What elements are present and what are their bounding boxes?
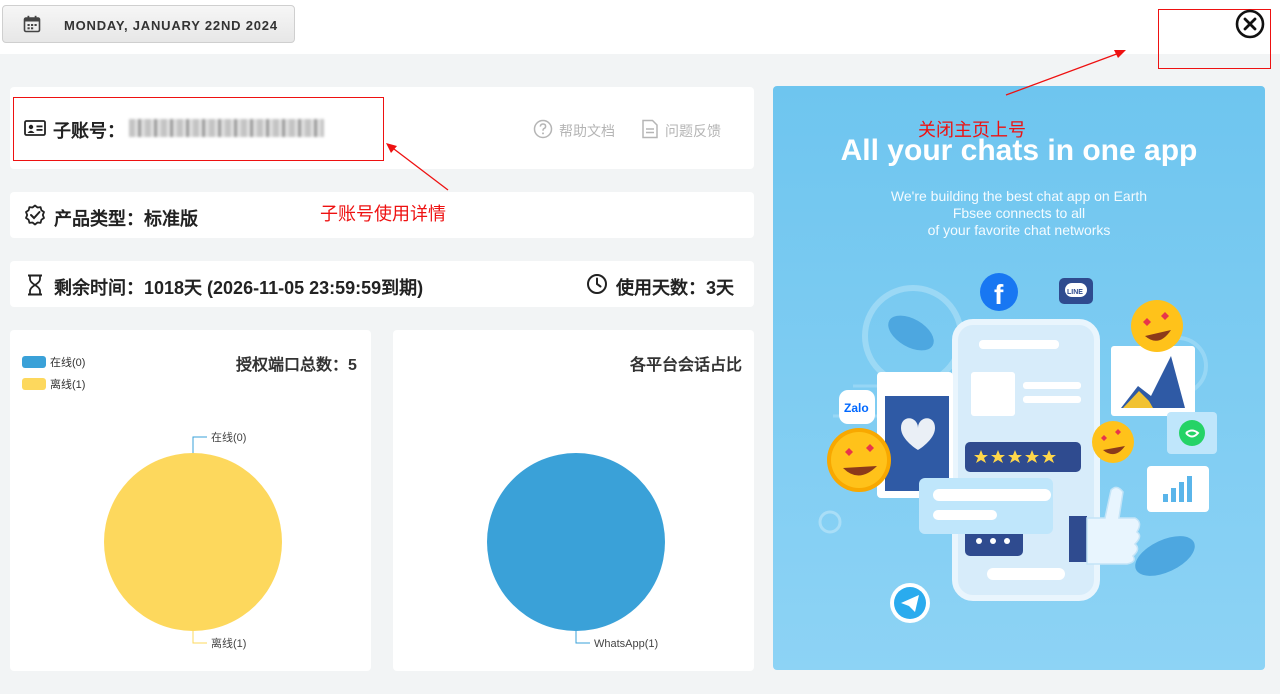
pie-leader-line-1-0 [575,631,590,644]
svg-text:LINE: LINE [1067,289,1083,296]
pie-label-0-0: 在线(0) [211,430,246,444]
pie-leader-line-0-1 [192,631,207,644]
pie-leader-line-0-0 [192,436,207,453]
chat-apps-illustration: f LINE Zalo [818,273,1217,623]
account-annotation-label: 子账号使用详情 [320,204,446,224]
close-annotation-label: 关闭主页上号 [918,120,1026,140]
promo-banner: All your chats in one app We're building… [773,86,1265,670]
pie-slice-0-1 [104,453,282,631]
pie-label-0-1: 离线(1) [211,636,246,650]
pie-slice-1-0 [487,453,665,631]
whatsapp-icon [1179,420,1205,446]
svg-text:f: f [994,279,1004,310]
svg-text:Zalo: Zalo [844,401,869,415]
pie-label-1-0: WhatsApp(1) [594,638,658,650]
